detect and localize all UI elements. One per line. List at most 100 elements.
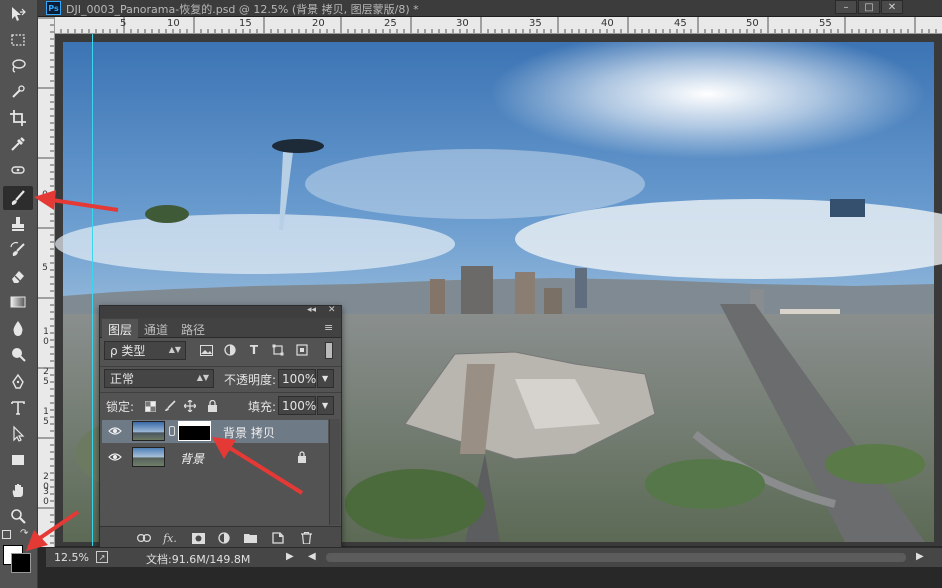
background-color-swatch[interactable] bbox=[11, 553, 31, 573]
filter-kind-select[interactable]: ρ 类型 ▲▼ bbox=[104, 341, 186, 360]
horizontal-ruler-ticks bbox=[46, 17, 937, 33]
quick-select-tool-icon[interactable] bbox=[3, 80, 33, 104]
filter-kind-label: ρ 类型 bbox=[110, 344, 146, 358]
ruler-label: 10 bbox=[167, 18, 180, 29]
adjustment-filter-icon[interactable] bbox=[222, 342, 238, 358]
fill-dropdown-icon[interactable]: ▼ bbox=[317, 396, 334, 415]
opacity-dropdown-icon[interactable]: ▼ bbox=[317, 369, 334, 388]
filter-toggle[interactable] bbox=[325, 342, 333, 359]
ruler-label: 25 bbox=[384, 18, 397, 29]
ruler-label: 55 bbox=[819, 18, 832, 29]
ruler-label: 2 5 bbox=[43, 367, 49, 387]
crop-tool-icon[interactable] bbox=[3, 106, 33, 130]
close-panel-button[interactable]: ✕ bbox=[328, 305, 336, 315]
chevron-down-icon: ▲▼ bbox=[196, 373, 209, 382]
default-colors-icon[interactable] bbox=[2, 530, 11, 539]
history-brush-tool-icon[interactable] bbox=[3, 238, 33, 262]
panel-menu-icon[interactable]: ≡ bbox=[324, 321, 333, 334]
lock-position-icon[interactable] bbox=[182, 398, 198, 414]
lock-all-icon[interactable] bbox=[204, 398, 220, 414]
panel-tabs: 图层 通道 路径 ≡ bbox=[100, 318, 341, 338]
shape-filter-icon[interactable] bbox=[270, 342, 286, 358]
link-layers-icon[interactable] bbox=[136, 530, 152, 546]
layer-row[interactable]: 背景 bbox=[102, 446, 328, 469]
spot-healing-tool-icon[interactable] bbox=[3, 158, 33, 182]
eraser-tool-icon[interactable] bbox=[3, 264, 33, 288]
visibility-eye-icon[interactable] bbox=[106, 423, 124, 439]
ruler-label: 30 bbox=[456, 18, 469, 29]
eyedropper-tool-icon[interactable] bbox=[3, 132, 33, 156]
layer-thumbnail bbox=[132, 421, 165, 441]
tab-channels[interactable]: 通道 bbox=[138, 319, 174, 338]
delete-layer-icon[interactable] bbox=[298, 530, 314, 546]
move-tool-icon[interactable] bbox=[3, 2, 33, 26]
ruler-label: 45 bbox=[674, 18, 687, 29]
layer-name[interactable]: 背景 拷贝 bbox=[223, 424, 275, 441]
ruler-label: 15 bbox=[239, 18, 252, 29]
add-mask-icon[interactable] bbox=[190, 530, 206, 546]
divider bbox=[100, 366, 341, 367]
bottom-strip bbox=[38, 567, 942, 588]
blur-tool-icon[interactable] bbox=[3, 316, 33, 340]
status-menu-arrow-icon[interactable]: ▶ bbox=[286, 551, 294, 562]
ruler-label: 40 bbox=[601, 18, 614, 29]
dodge-tool-icon[interactable] bbox=[3, 342, 33, 366]
adjustment-layer-icon[interactable] bbox=[216, 530, 232, 546]
scroll-left-arrow-icon[interactable]: ◀ bbox=[308, 551, 316, 562]
opacity-input[interactable]: 100% bbox=[278, 369, 316, 388]
pen-tool-icon[interactable] bbox=[3, 370, 33, 394]
ruler-label: 50 bbox=[746, 18, 759, 29]
panel-header[interactable]: ◂◂ ✕ bbox=[100, 305, 341, 318]
guide-line[interactable] bbox=[92, 34, 93, 546]
type-filter-icon[interactable]: T bbox=[246, 342, 262, 358]
ruler-label: 1 0 bbox=[43, 327, 49, 347]
layer-thumbnail bbox=[132, 447, 165, 467]
scroll-right-arrow-icon[interactable]: ▶ bbox=[916, 551, 924, 562]
close-window-button[interactable]: ✕ bbox=[881, 0, 903, 14]
horizontal-scrollbar[interactable] bbox=[326, 553, 906, 562]
restore-button[interactable]: □ bbox=[858, 0, 880, 14]
swap-colors-icon[interactable]: ↷ bbox=[20, 528, 28, 539]
tab-layers[interactable]: 图层 bbox=[102, 319, 139, 338]
share-icon[interactable]: ↗ bbox=[96, 551, 108, 563]
minimize-button[interactable]: – bbox=[835, 0, 857, 14]
gradient-tool-icon[interactable] bbox=[3, 290, 33, 314]
layers-scrollbar[interactable] bbox=[329, 419, 340, 525]
path-selection-tool-icon[interactable] bbox=[3, 422, 33, 446]
vertical-ruler: 0 5 1 0 1 5 2 0 2 5 3 0 bbox=[38, 17, 55, 547]
marquee-tool-icon[interactable] bbox=[3, 28, 33, 52]
smart-object-filter-icon[interactable] bbox=[294, 342, 310, 358]
lock-image-icon[interactable] bbox=[162, 398, 178, 414]
lock-icon bbox=[297, 451, 307, 466]
fx-icon[interactable]: fx. bbox=[162, 530, 178, 546]
ruler-label: 5 bbox=[120, 18, 127, 29]
vertical-ruler-ticks bbox=[38, 17, 54, 544]
lasso-tool-icon[interactable] bbox=[3, 54, 33, 78]
tab-paths[interactable]: 路径 bbox=[175, 319, 211, 338]
mask-link-icon[interactable] bbox=[169, 426, 175, 436]
ruler-label: 1 5 bbox=[43, 407, 49, 427]
hand-tool-icon[interactable] bbox=[3, 478, 33, 502]
rectangle-tool-icon[interactable] bbox=[3, 448, 33, 472]
zoom-tool-icon[interactable] bbox=[3, 504, 33, 528]
document-size: 文档:91.6M/149.8M bbox=[146, 553, 251, 566]
horizontal-ruler: 5 10 15 20 25 30 35 40 45 50 55 bbox=[46, 17, 942, 34]
visibility-eye-icon[interactable] bbox=[106, 449, 124, 465]
fill-input[interactable]: 100% bbox=[278, 396, 316, 415]
layer-row[interactable]: 背景 拷贝 bbox=[102, 420, 328, 443]
type-tool-icon[interactable] bbox=[3, 396, 33, 420]
layer-mask-thumbnail[interactable] bbox=[178, 421, 211, 441]
lock-transparent-icon[interactable] bbox=[142, 398, 158, 414]
zoom-level[interactable]: 12.5% bbox=[54, 551, 89, 564]
ruler-label: 20 bbox=[312, 18, 325, 29]
layer-name[interactable]: 背景 bbox=[180, 450, 204, 467]
new-group-icon[interactable] bbox=[242, 530, 258, 546]
layers-panel-footer: fx. bbox=[100, 526, 341, 549]
clone-stamp-tool-icon[interactable] bbox=[3, 212, 33, 236]
blend-mode-select[interactable]: 正常 ▲▼ bbox=[104, 369, 214, 388]
pixel-filter-icon[interactable] bbox=[198, 342, 214, 358]
new-layer-icon[interactable] bbox=[270, 530, 286, 546]
brush-tool-icon[interactable] bbox=[3, 186, 33, 210]
collapse-panel-button[interactable]: ◂◂ bbox=[307, 305, 316, 315]
document-tab-title[interactable]: DJI_0003_Panorama-恢复的.psd @ 12.5% (背景 拷贝… bbox=[66, 1, 419, 17]
